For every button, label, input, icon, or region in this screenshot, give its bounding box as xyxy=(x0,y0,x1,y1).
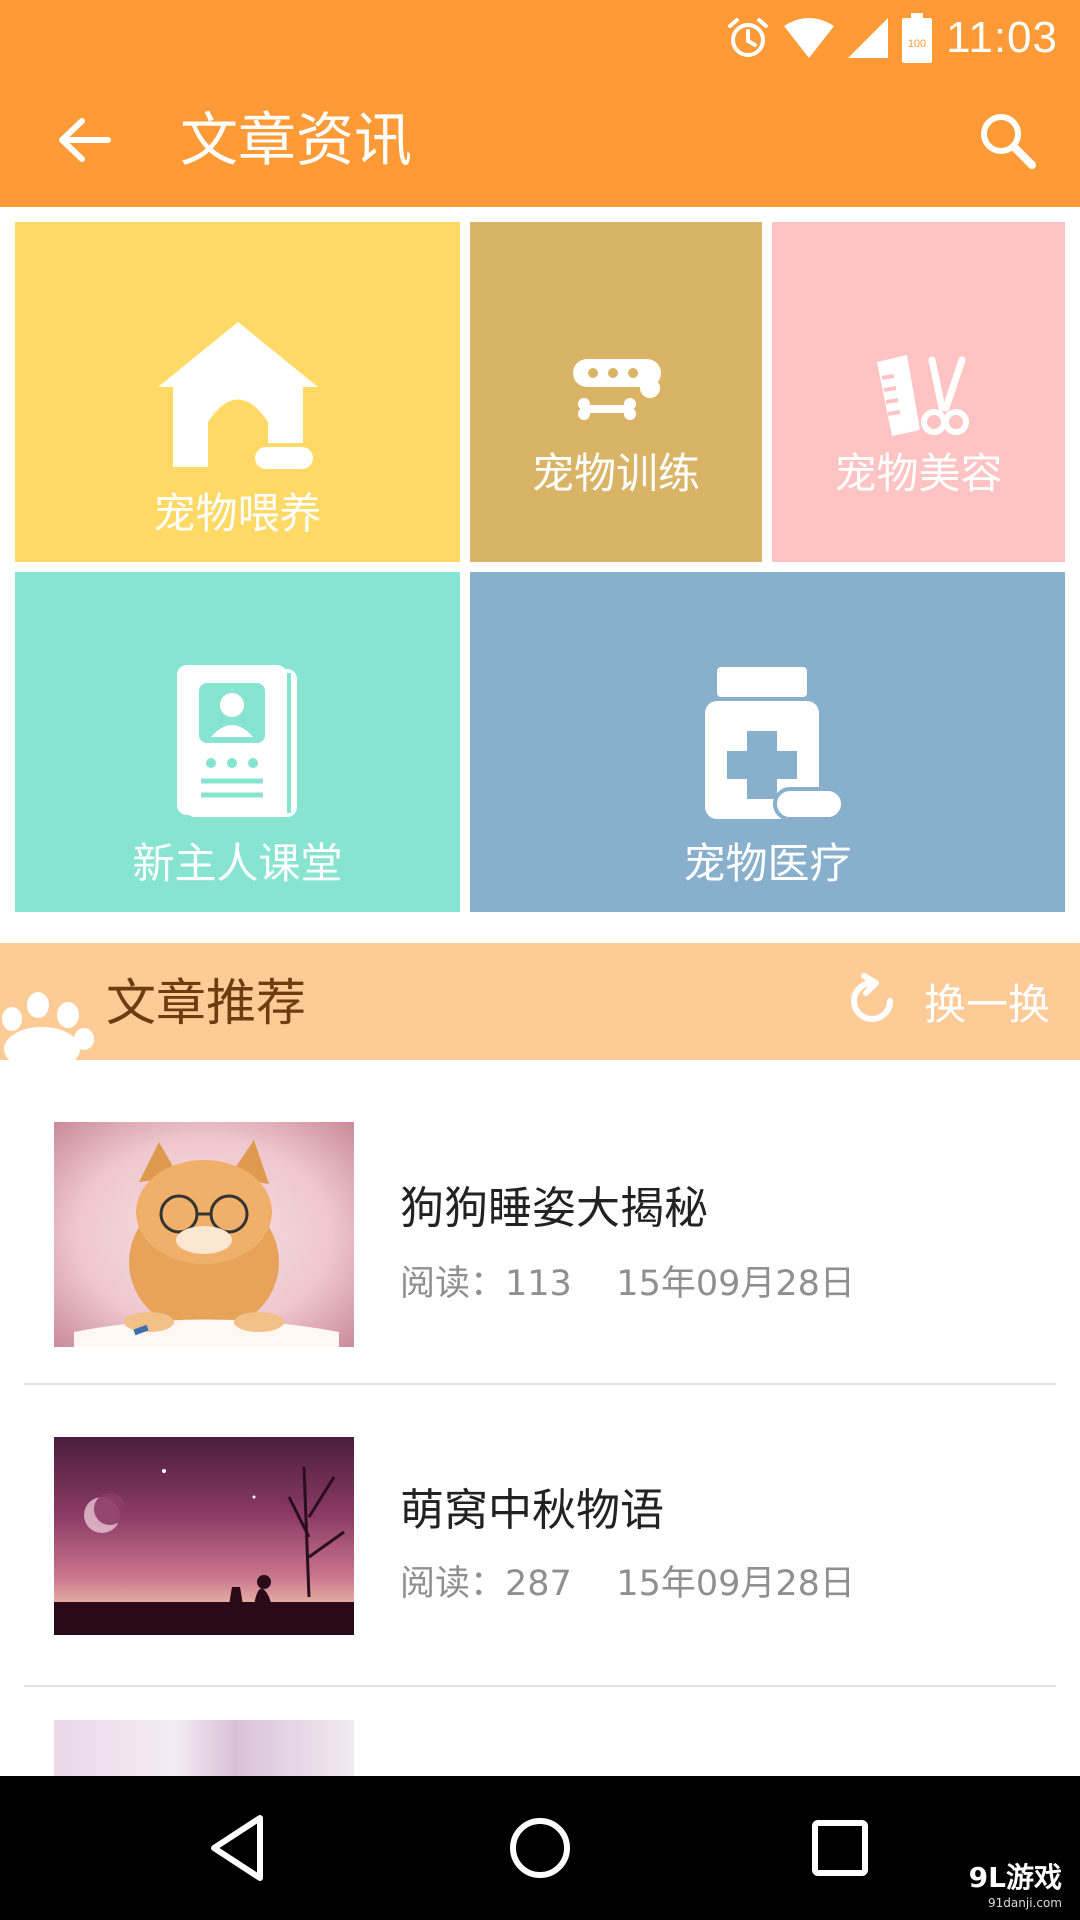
refresh-label: 换一换 xyxy=(923,979,1050,1029)
battery-icon: 100 xyxy=(902,13,933,63)
watermark-brand: 9L游戏 xyxy=(968,1861,1062,1894)
watermark: 9L游戏 91danji.com xyxy=(969,1856,1062,1910)
status-icons: 100 11:03 xyxy=(726,8,1058,68)
refresh-icon xyxy=(850,973,893,1022)
article-title: 狗狗睡姿大揭秘 xyxy=(400,1183,708,1234)
recommend-title: 文章推荐 xyxy=(106,974,306,1032)
category-tile-medical[interactable]: 宠物医疗 xyxy=(470,572,1065,912)
alarm-icon xyxy=(728,18,769,57)
category-label: 宠物喂养 xyxy=(153,489,322,538)
back-arrow-icon[interactable] xyxy=(50,105,120,175)
page-title: 文章资讯 xyxy=(180,106,413,174)
paw-print-icon xyxy=(2,992,94,1061)
search-icon[interactable] xyxy=(972,105,1042,175)
recents-square-icon[interactable] xyxy=(800,1808,880,1888)
article-item[interactable]: 狗狗睡姿大揭秘 阅读：113 15年09月28日 xyxy=(24,1090,1056,1380)
wifi-icon xyxy=(784,18,835,58)
category-tile-feeding[interactable]: 宠物喂养 xyxy=(15,222,460,562)
status-bar: 100 11:03 xyxy=(0,0,1080,75)
collar-bone-icon xyxy=(573,359,661,420)
doghouse-icon xyxy=(158,322,318,473)
article-thumbnail-cat xyxy=(54,1122,354,1347)
category-tile-newbie-class[interactable]: 新主人课堂 xyxy=(15,572,460,912)
svg-text:100: 100 xyxy=(908,38,926,50)
comb-scissors-icon xyxy=(877,355,969,436)
medicine-bottle-icon xyxy=(705,667,845,821)
handbook-icon xyxy=(177,665,297,817)
divider xyxy=(24,1685,1056,1687)
refresh-button[interactable]: 换一换 xyxy=(844,968,1050,1034)
divider xyxy=(24,1383,1056,1385)
back-triangle-icon[interactable] xyxy=(200,1808,280,1888)
category-tile-grooming[interactable]: 宠物美容 xyxy=(772,222,1065,562)
category-label: 宠物美容 xyxy=(834,449,1003,498)
article-meta: 阅读：287 15年09月28日 xyxy=(400,1564,855,1604)
article-item[interactable]: 萌窝中秋物语 阅读：287 15年09月28日 xyxy=(24,1400,1056,1685)
system-nav-bar: 9L游戏 91danji.com xyxy=(0,1776,1080,1920)
category-label: 宠物训练 xyxy=(531,449,700,498)
recommend-header: 文章推荐 换一换 xyxy=(0,943,1080,1061)
status-time: 11:03 xyxy=(946,13,1058,62)
category-label: 宠物医疗 xyxy=(683,839,852,888)
article-title: 萌窝中秋物语 xyxy=(400,1485,664,1536)
watermark-site: 91danji.com xyxy=(988,1896,1062,1910)
category-label: 新主人课堂 xyxy=(132,839,343,888)
category-tile-training[interactable]: 宠物训练 xyxy=(470,222,762,562)
home-circle-icon[interactable] xyxy=(500,1808,580,1888)
article-thumbnail-partial xyxy=(54,1720,354,1776)
article-meta: 阅读：113 15年09月28日 xyxy=(400,1264,855,1304)
app-bar: 文章资讯 xyxy=(0,75,1080,207)
article-thumbnail-moon-night xyxy=(54,1437,354,1635)
signal-icon xyxy=(848,18,889,58)
